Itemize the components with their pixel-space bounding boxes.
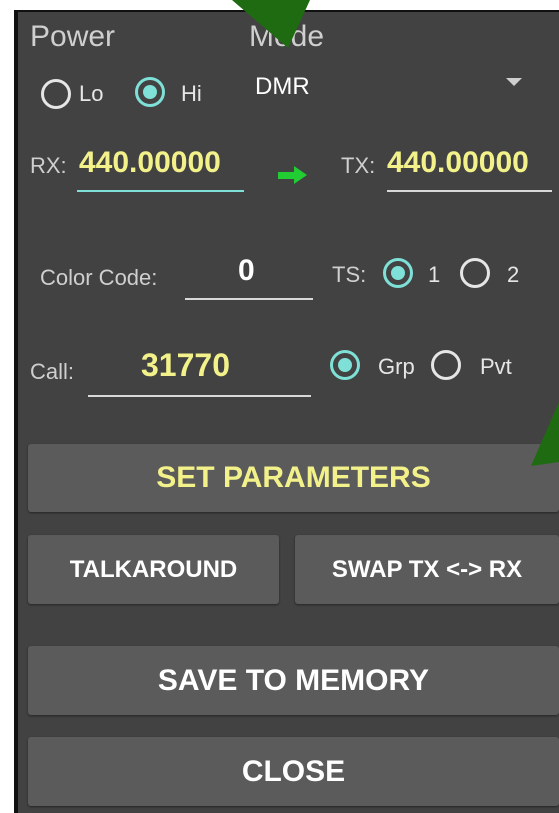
color-code-label: Color Code:: [40, 265, 158, 290]
ts-label: TS:: [332, 262, 367, 287]
power-label: Power: [30, 20, 116, 53]
talkaround-button[interactable]: TALKAROUND: [28, 535, 279, 604]
annotation-arrow-icon: [210, 0, 320, 55]
call-underline: [88, 395, 311, 397]
tx-frequency-input[interactable]: 440.00000: [387, 146, 529, 180]
ts-2-radio[interactable]: [460, 258, 490, 288]
power-lo-label: Lo: [79, 81, 104, 106]
power-hi-label: Hi: [181, 81, 202, 106]
power-hi-radio[interactable]: [135, 77, 165, 107]
tx-underline: [387, 190, 552, 192]
color-code-input[interactable]: 0: [238, 254, 255, 288]
call-label: Call:: [30, 359, 75, 384]
ts-1-radio[interactable]: [383, 258, 413, 288]
power-lo-radio[interactable]: [41, 79, 71, 109]
call-pvt-radio[interactable]: [431, 350, 461, 380]
chevron-down-icon[interactable]: [506, 78, 522, 86]
color-code-underline: [185, 298, 313, 300]
save-to-memory-button[interactable]: SAVE TO MEMORY: [28, 646, 559, 715]
set-parameters-button[interactable]: SET PARAMETERS: [28, 444, 559, 512]
rx-label: RX:: [30, 153, 67, 178]
annotation-arrow-icon: [525, 402, 559, 473]
call-id-input[interactable]: 31770: [141, 347, 230, 384]
mode-select[interactable]: DMR: [255, 73, 310, 101]
rx-frequency-input[interactable]: 440.00000: [79, 146, 221, 180]
tx-label: TX:: [341, 153, 376, 178]
swap-tx-rx-button[interactable]: SWAP TX <-> RX: [295, 535, 559, 604]
arrow-right-icon: [276, 165, 308, 190]
rx-underline: [77, 190, 244, 192]
call-grp-label: Grp: [378, 354, 415, 379]
ts-2-label: 2: [507, 262, 520, 287]
close-button[interactable]: CLOSE: [28, 737, 559, 806]
call-pvt-label: Pvt: [480, 354, 512, 379]
ts-1-label: 1: [428, 262, 441, 287]
call-grp-radio[interactable]: [330, 350, 360, 380]
